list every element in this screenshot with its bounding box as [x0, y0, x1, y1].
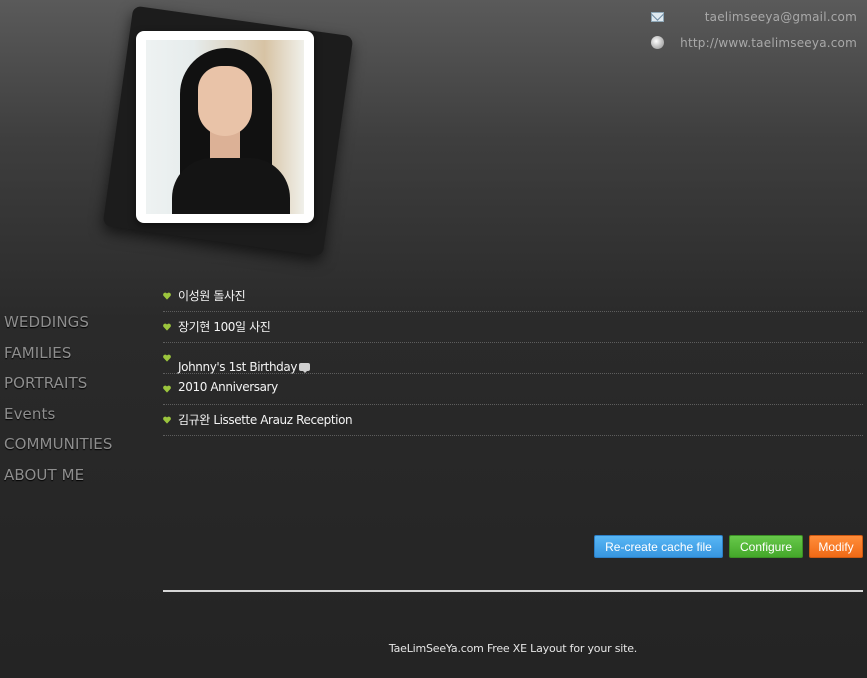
menu-item-about-me[interactable]: ABOUT ME [4, 466, 112, 497]
post-title[interactable]: 장기현 100일 사진 [178, 318, 271, 335]
heart-icon [163, 292, 171, 300]
list-item: 장기현 100일 사진 [163, 312, 863, 343]
post-title[interactable]: Johnny's 1st Birthday [178, 360, 297, 374]
configure-button[interactable]: Configure [729, 535, 803, 558]
list-item: 김규완 Lissette Arauz Reception [163, 405, 863, 436]
globe-icon [651, 36, 664, 49]
post-title[interactable]: 2010 Anniversary [178, 380, 278, 394]
contact-website[interactable]: http://www.taelimseeya.com [680, 36, 857, 50]
heart-icon [163, 323, 171, 331]
contact-email[interactable]: taelimseeya@gmail.com [705, 10, 857, 24]
comment-icon [299, 363, 310, 373]
list-item: 이성원 돌사진 [163, 281, 863, 312]
menu-item-communities[interactable]: COMMUNITIES [4, 435, 112, 466]
heart-icon [163, 385, 171, 393]
modify-button[interactable]: Modify [809, 535, 863, 558]
photo-frame [136, 31, 314, 223]
post-title[interactable]: 김규완 Lissette Arauz Reception [178, 411, 353, 428]
divider [163, 590, 863, 592]
post-list: 이성원 돌사진 장기현 100일 사진 Johnny's 1st Birthda… [163, 281, 863, 436]
menu-item-weddings[interactable]: WEDDINGS [4, 313, 112, 344]
list-item: Johnny's 1st Birthday [163, 343, 863, 374]
main-menu: WEDDINGS FAMILIES PORTRAITS Events COMMU… [4, 313, 112, 496]
portrait-photo [146, 40, 304, 214]
menu-item-portraits[interactable]: PORTRAITS [4, 374, 112, 405]
post-title[interactable]: 이성원 돌사진 [178, 287, 246, 304]
menu-item-events[interactable]: Events [4, 405, 112, 436]
list-item: 2010 Anniversary [163, 374, 863, 405]
recreate-cache-button[interactable]: Re-create cache file [594, 535, 723, 558]
menu-item-families[interactable]: FAMILIES [4, 344, 112, 375]
mail-icon [651, 12, 664, 22]
heart-icon [163, 416, 171, 424]
heart-icon [163, 354, 171, 362]
footer-text: TaeLimSeeYa.com Free XE Layout for your … [388, 642, 638, 655]
